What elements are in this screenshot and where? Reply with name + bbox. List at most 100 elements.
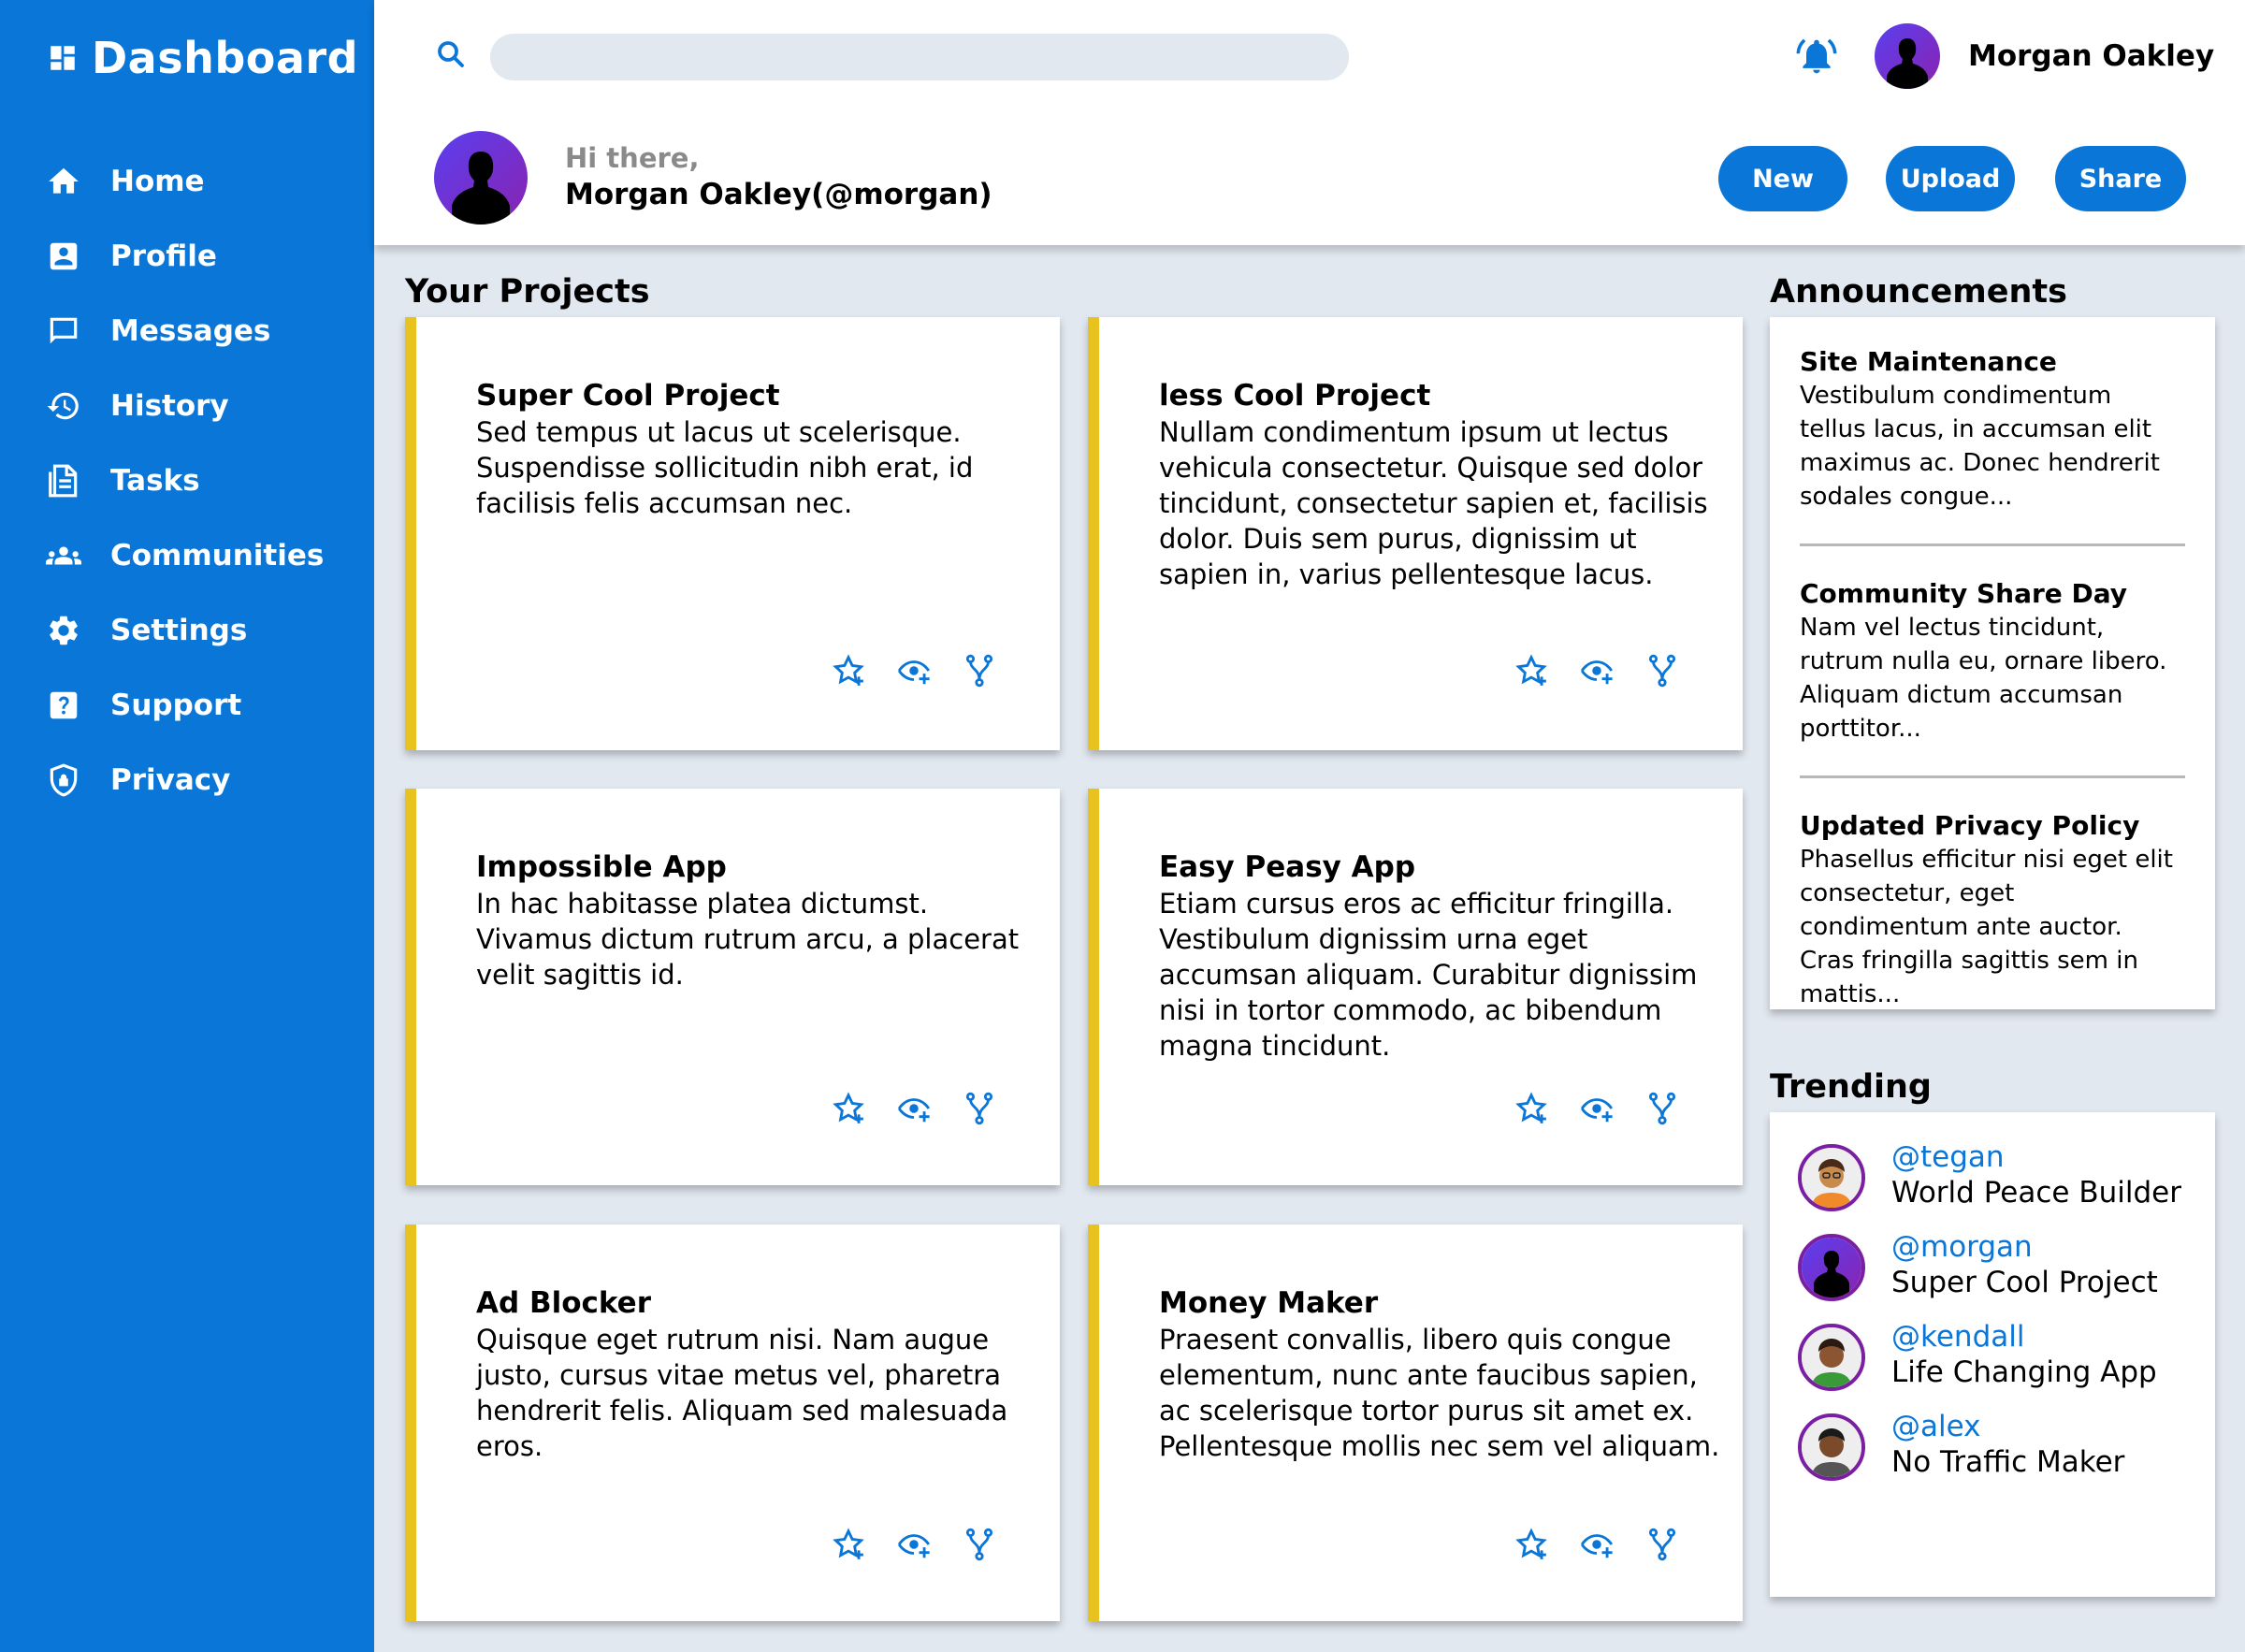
card-actions [830,1090,1026,1127]
share-button[interactable]: Share [2055,146,2186,211]
project-description: Nullam condimentum ipsum ut lectus vehic… [1159,416,1708,590]
watch-icon[interactable] [895,1526,933,1563]
card-actions [1513,1526,1709,1563]
history-icon [45,387,82,425]
trending-handle[interactable]: @kendall [1891,1320,2024,1354]
star-icon[interactable] [830,1526,867,1563]
avatar [1798,1234,1865,1301]
trending-panel: @tegan World Peace Builder @morgan Super… [1770,1112,2215,1597]
watch-icon[interactable] [1578,652,1615,689]
trending-project: Life Changing App [1891,1355,2157,1389]
avatar [1798,1144,1865,1211]
announcement-item[interactable]: Updated Privacy Policy Phasellus efficit… [1800,809,2183,1011]
upload-button[interactable]: Upload [1886,146,2015,211]
sidebar-item-communities[interactable]: Communities [0,518,374,593]
trending-item[interactable]: @kendall Life Changing App [1798,1320,2200,1395]
trending-project: World Peace Builder [1891,1176,2181,1210]
card-actions [1513,652,1709,689]
sidebar-item-history[interactable]: History [0,369,374,443]
home-icon [45,163,82,200]
sidebar: Dashboard Home Profile Messages History … [0,0,374,1652]
search-input[interactable] [490,34,1349,80]
star-icon[interactable] [830,1090,867,1127]
announcements-panel: Site Maintenance Vestibulum condimentum … [1770,317,2215,1009]
trending-project: No Traffic Maker [1891,1445,2125,1479]
tasks-icon [45,462,82,500]
project-title: Ad Blocker [476,1286,651,1320]
star-icon[interactable] [1513,652,1550,689]
trending-item[interactable]: @tegan World Peace Builder [1798,1140,2200,1215]
trending-handle[interactable]: @morgan [1891,1230,2033,1264]
divider [1800,543,2185,546]
trending-item[interactable]: @morgan Super Cool Project [1798,1230,2200,1305]
announcement-title: Site Maintenance [1800,346,2057,377]
avatar [1798,1324,1865,1391]
trending-handle[interactable]: @alex [1891,1410,1980,1443]
sidebar-item-home[interactable]: Home [0,144,374,219]
announcement-text: Phasellus efficitur nisi eget elit conse… [1800,846,2173,1008]
greeting: Hi there, [565,142,700,174]
announcement-title: Community Share Day [1800,578,2128,609]
star-icon[interactable] [830,652,867,689]
sidebar-item-profile[interactable]: Profile [0,219,374,294]
sidebar-item-label: Communities [110,539,325,572]
user-name[interactable]: Morgan Oakley [1968,39,2214,73]
card-actions [1513,1090,1709,1127]
sidebar-item-label: Privacy [110,763,231,797]
bell-icon[interactable] [1796,36,1837,77]
trending-project: Super Cool Project [1891,1266,2158,1299]
sidebar-item-settings[interactable]: Settings [0,593,374,668]
avatar[interactable] [1875,23,1940,89]
sidebar-item-label: Messages [110,314,271,348]
brand[interactable]: Dashboard [47,30,358,86]
announcement-title: Updated Privacy Policy [1800,810,2140,841]
fork-icon[interactable] [1644,1090,1681,1127]
sidebar-item-label: Support [110,688,242,722]
communities-icon [45,537,82,574]
help-icon [45,687,82,724]
projects-title: Your Projects [405,273,650,311]
sidebar-item-tasks[interactable]: Tasks [0,443,374,518]
project-description: Quisque eget rutrum nisi. Nam augue just… [476,1324,1008,1462]
watch-icon[interactable] [1578,1526,1615,1563]
project-title: less Cool Project [1159,379,1431,413]
fork-icon[interactable] [1644,1526,1681,1563]
project-title: Easy Peasy App [1159,850,1416,884]
profile-icon [45,238,82,275]
fork-icon[interactable] [1644,652,1681,689]
project-card[interactable]: Impossible App In hac habitasse platea d… [405,789,1060,1185]
dashboard-icon [51,46,75,70]
project-description: In hac habitasse platea dictumst. Vivamu… [476,888,1020,991]
sidebar-item-label: Home [110,165,205,198]
project-description: Etiam cursus eros ac efficitur fringilla… [1159,888,1698,1062]
project-card[interactable]: Easy Peasy App Etiam cursus eros ac effi… [1088,789,1743,1185]
sidebar-item-label: History [110,389,229,423]
search-icon[interactable] [434,37,468,71]
star-icon[interactable] [1513,1526,1550,1563]
trending-item[interactable]: @alex No Traffic Maker [1798,1410,2200,1485]
app-title: Dashboard [92,33,359,83]
watch-icon[interactable] [1578,1090,1615,1127]
sidebar-item-messages[interactable]: Messages [0,294,374,369]
announcement-item[interactable]: Site Maintenance Vestibulum condimentum … [1800,345,2183,514]
project-description: Sed tempus ut lacus ut scelerisque. Susp… [476,416,974,519]
sidebar-item-support[interactable]: Support [0,668,374,743]
new-button[interactable]: New [1718,146,1847,211]
divider [1800,775,2185,778]
watch-icon[interactable] [895,1090,933,1127]
star-icon[interactable] [1513,1090,1550,1127]
project-card[interactable]: Super Cool Project Sed tempus ut lacus u… [405,317,1060,750]
shield-icon [45,761,82,799]
announcement-item[interactable]: Community Share Day Nam vel lectus tinci… [1800,577,2183,746]
fork-icon[interactable] [961,1526,998,1563]
fork-icon[interactable] [961,1090,998,1127]
fork-icon[interactable] [961,652,998,689]
project-card[interactable]: Money Maker Praesent convallis, libero q… [1088,1225,1743,1621]
project-card[interactable]: less Cool Project Nullam condimentum ips… [1088,317,1743,750]
watch-icon[interactable] [895,652,933,689]
profile-avatar [434,131,528,225]
project-card[interactable]: Ad Blocker Quisque eget rutrum nisi. Nam… [405,1225,1060,1621]
trending-handle[interactable]: @tegan [1891,1140,2005,1174]
project-title: Impossible App [476,850,727,884]
sidebar-item-privacy[interactable]: Privacy [0,743,374,818]
